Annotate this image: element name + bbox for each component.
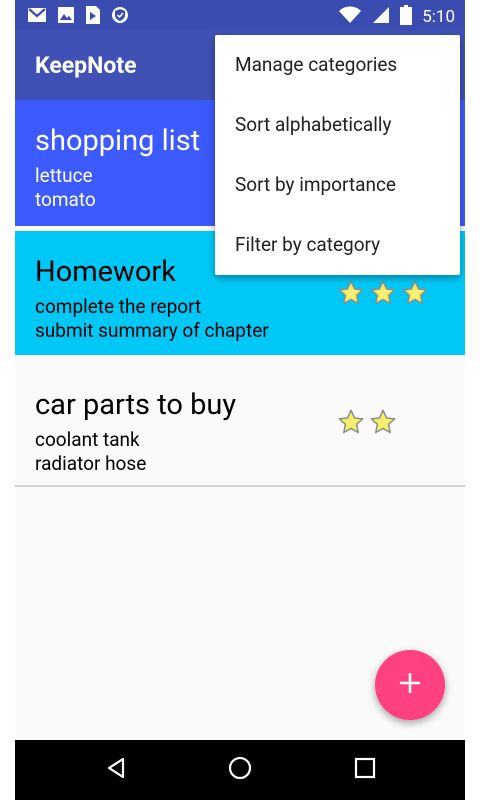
recents-button[interactable]	[350, 755, 380, 785]
importance-stars	[337, 408, 397, 440]
menu-item-filter-by-category[interactable]: Filter by category	[215, 215, 460, 275]
overflow-menu: Manage categories Sort alphabetically So…	[215, 35, 460, 275]
home-icon	[227, 755, 253, 785]
app-title: KeepNote	[35, 52, 137, 79]
note-line: submit summary of chapter	[35, 319, 269, 342]
status-bar: 5:10	[15, 0, 465, 30]
note-title: shopping list	[35, 124, 201, 158]
star-icon	[369, 408, 397, 440]
battery-icon	[400, 5, 413, 29]
wifi-icon	[338, 6, 362, 28]
star-icon	[337, 279, 365, 311]
app-frame: 5:10 KeepNote shopping list lettuce toma…	[15, 0, 465, 800]
note-title: Homework	[35, 255, 176, 289]
navigation-bar	[15, 740, 465, 800]
plus-icon	[398, 671, 422, 699]
add-note-button[interactable]	[375, 650, 445, 720]
menu-item-sort-by-importance[interactable]: Sort by importance	[215, 155, 460, 215]
shield-icon	[111, 6, 129, 28]
note-line: coolant tank	[35, 428, 140, 451]
note-title: car parts to buy	[35, 388, 237, 422]
note-line: complete the report	[35, 295, 202, 318]
signal-icon	[372, 6, 390, 28]
back-button[interactable]	[101, 755, 131, 785]
play-store-icon	[85, 6, 101, 28]
note-card-car-parts[interactable]: car parts to buy coolant tank radiator h…	[15, 358, 465, 487]
menu-item-sort-alphabetically[interactable]: Sort alphabetically	[215, 95, 460, 155]
note-line: tomato	[35, 188, 96, 211]
home-button[interactable]	[225, 755, 255, 785]
status-time: 5:10	[422, 7, 455, 27]
back-icon	[104, 756, 128, 784]
star-icon	[401, 279, 429, 311]
menu-item-manage-categories[interactable]: Manage categories	[215, 35, 460, 95]
gallery-icon	[57, 6, 75, 28]
importance-stars	[337, 279, 429, 311]
note-line: lettuce	[35, 164, 93, 187]
star-icon	[337, 408, 365, 440]
recents-icon	[354, 757, 376, 783]
gmail-icon	[27, 6, 47, 28]
note-line: radiator hose	[35, 452, 147, 475]
star-icon	[369, 279, 397, 311]
